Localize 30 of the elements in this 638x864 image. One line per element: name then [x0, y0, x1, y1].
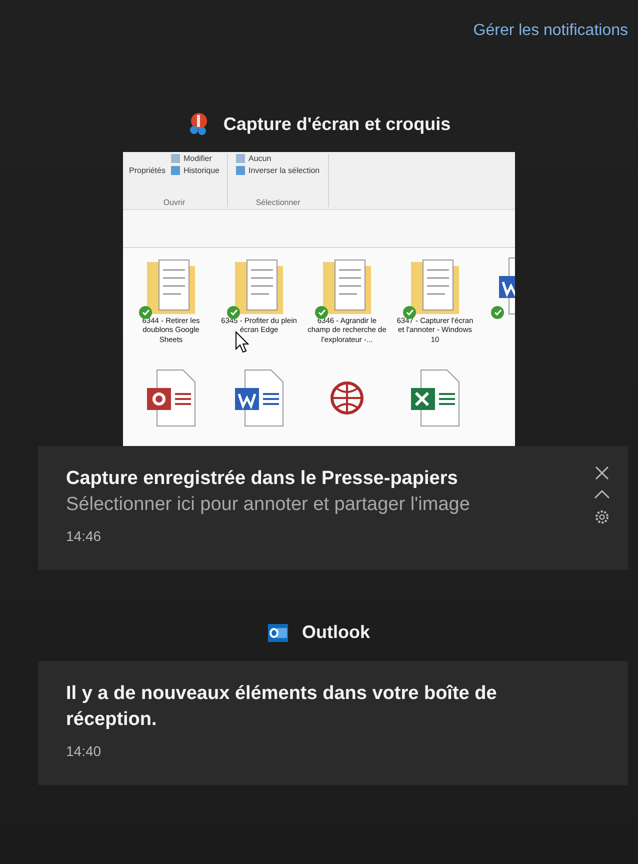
ribbon-command[interactable]: Aucun [236, 154, 320, 163]
close-button[interactable] [595, 466, 609, 480]
manage-notifications-link[interactable]: Gérer les notifications [473, 22, 628, 40]
ribbon-command[interactable]: Historique [171, 166, 220, 175]
settings-button[interactable] [594, 509, 610, 525]
notification-card[interactable]: Capture enregistrée dans le Presse-papiers Sélectionner ici pour annoter et partager l'image 14:46 [38, 446, 628, 570]
app-name: Capture d'écran et croquis [223, 114, 451, 134]
mail-app-icon [268, 624, 288, 642]
notification-body: Sélectionner ici pour annoter et partager l'image [66, 492, 471, 517]
chevron-up-icon [594, 490, 610, 499]
database-file-icon [145, 368, 197, 428]
notification-card[interactable]: Il y a de nouveaux éléments dans votre boîte de réception. 14:40 [38, 661, 628, 785]
notification-title: Il y a de nouveaux éléments dans votre boîte de réception. [66, 682, 498, 732]
collapse-button[interactable] [594, 490, 610, 499]
close-icon [595, 466, 609, 480]
mouse-cursor-icon [235, 331, 249, 353]
ribbon-group-label: Sélectionner [256, 198, 300, 207]
settings-icon [594, 509, 610, 525]
document-file-icon [233, 368, 285, 428]
notification-time: 14:40 [66, 742, 102, 759]
screenshot-preview[interactable] [123, 152, 515, 446]
notification-title: Capture enregistrée dans le Presse-papiers [66, 467, 459, 491]
ribbon-command[interactable]: Modifier [171, 154, 220, 163]
app-name: Outlook [302, 622, 370, 644]
scissors-app-icon [187, 112, 210, 136]
ribbon-command[interactable]: Inverser la sélection [236, 166, 320, 175]
notification-time: 14:46 [66, 528, 102, 544]
spreadsheet-file-icon [409, 368, 461, 428]
ribbon-group-label: Ouvrir [163, 198, 186, 207]
ribbon-command[interactable]: Propriétés [129, 166, 166, 175]
